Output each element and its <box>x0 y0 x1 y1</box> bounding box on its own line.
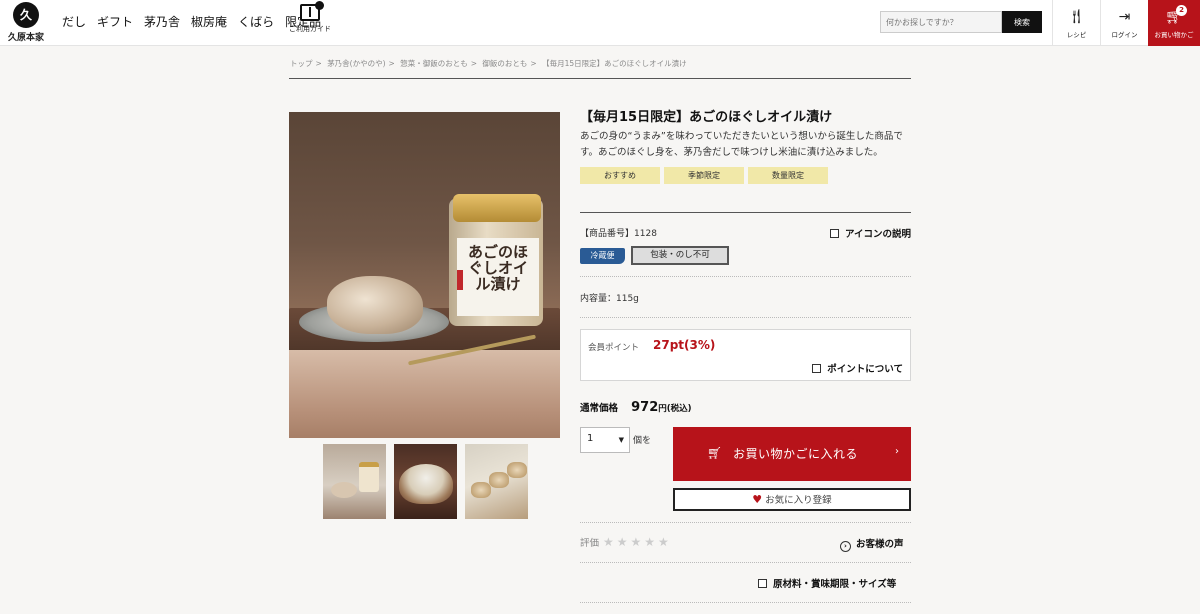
price-row: 通常価格 972円(税込) <box>580 396 692 415</box>
breadcrumb-item[interactable]: 茅乃舎(かやのや) <box>327 59 385 68</box>
quantity-value: 1 <box>587 433 594 444</box>
book-icon <box>300 1 324 21</box>
divider <box>580 276 911 277</box>
nav-item-dashi[interactable]: だし <box>62 13 86 30</box>
thumbnail-strip <box>323 444 528 519</box>
site-header: 久 久原本家 だし ギフト 茅乃舎 椒房庵 くばら 限定品 ご利用ガイド 検索 … <box>0 0 1200 46</box>
nav-item-kayanoya[interactable]: 茅乃舎 <box>144 13 180 30</box>
divider <box>580 317 911 318</box>
breadcrumb-item[interactable]: 御飯のおとも <box>482 59 527 68</box>
rating-label: 評価 <box>580 538 600 549</box>
cart-label: お買い物かご <box>1154 31 1194 39</box>
product-main-image: あごのほぐしオイル漬け <box>289 112 560 438</box>
spec-details-label: 原材料・賞味期限・サイズ等 <box>773 579 897 590</box>
divider <box>580 522 911 523</box>
icon-help-link[interactable]: アイコンの説明 <box>829 226 911 240</box>
breadcrumb-item[interactable]: 惣菜・御飯のおとも <box>400 59 468 68</box>
logo-text: 久原本家 <box>7 33 44 43</box>
divider <box>289 78 911 79</box>
square-icon <box>829 229 839 238</box>
thumbnail-image[interactable] <box>323 444 386 519</box>
product-code-label: 【商品番号】 <box>580 229 635 239</box>
chevron-down-icon: ▼ <box>618 436 624 444</box>
add-to-cart-label: お買い物かごに入れる <box>733 447 859 461</box>
favorite-label: お気に入り登録 <box>765 495 832 506</box>
guide-button[interactable]: ご利用ガイド <box>288 1 332 34</box>
recipe-label: レシピ <box>1066 31 1087 39</box>
points-label: 会員ポイント <box>588 343 640 353</box>
recipe-button[interactable]: 🍴︎ レシピ <box>1052 0 1100 46</box>
divider <box>580 212 911 213</box>
cart-button[interactable]: 🛒︎ 2 お買い物かご <box>1148 0 1200 46</box>
points-value: 27pt(3%) <box>653 338 716 352</box>
divider <box>580 562 911 563</box>
cart-count-badge: 2 <box>1176 5 1187 16</box>
nav-item-kubara[interactable]: くばら <box>238 13 274 30</box>
guide-label: ご利用ガイド <box>289 25 331 33</box>
favorite-button[interactable]: ♥ お気に入り登録 <box>673 488 911 511</box>
thumbnail-image[interactable] <box>394 444 457 519</box>
square-icon <box>812 364 822 373</box>
product-info: 【毎月15日限定】あごのほぐしオイル漬け あごの身の“うまみ”を味わっていただき… <box>580 106 911 184</box>
cold-delivery-badge: 冷蔵便 <box>580 247 625 264</box>
price-unit: 円(税込) <box>658 404 692 414</box>
points-about-link[interactable]: ポイントについて <box>812 361 903 375</box>
quantity-select[interactable]: 1 ▼ <box>580 427 630 453</box>
divider <box>580 602 911 603</box>
breadcrumb-current: 【毎月15日限定】あごのほぐしオイル漬け <box>542 59 687 68</box>
spec-details-link[interactable]: 原材料・賞味期限・サイズ等 <box>758 576 896 590</box>
customer-voices-link[interactable]: › お客様の声 <box>840 536 904 552</box>
cart-icon: 🛒︎ <box>707 446 723 460</box>
star-rating-icons: ★★★★★ <box>603 535 672 549</box>
breadcrumb: トップ > 茅乃舎(かやのや) > 惣菜・御飯のおとも > 御飯のおとも > 【毎月15… <box>290 59 687 68</box>
tag-badge: 数量限定 <box>748 167 828 184</box>
chevron-right-icon: › <box>895 446 899 457</box>
login-button[interactable]: ⇥ ログイン <box>1100 0 1148 46</box>
thumbnail-image[interactable] <box>465 444 528 519</box>
login-label: ログイン <box>1111 31 1138 39</box>
main-nav: だし ギフト 茅乃舎 椒房庵 くばら 限定品 <box>62 13 321 30</box>
jar-label: あごのほぐしオイル漬け <box>457 238 539 316</box>
fork-knife-icon: 🍴︎ <box>1067 9 1086 25</box>
search-box: 検索 <box>880 11 1042 33</box>
cart-icon: 🛒︎ <box>1165 9 1183 25</box>
logo-mark-icon: 久 <box>13 2 39 28</box>
search-button[interactable]: 検索 <box>1002 11 1042 33</box>
search-input[interactable] <box>880 11 1002 33</box>
nav-item-gift[interactable]: ギフト <box>97 13 133 30</box>
chevron-circle-right-icon: › <box>840 541 851 552</box>
product-title: 【毎月15日限定】あごのほぐしオイル漬け <box>580 110 833 125</box>
add-to-cart-button[interactable]: 🛒︎ お買い物かごに入れる › <box>673 427 911 481</box>
product-tags: おすすめ 季節限定 数量限定 <box>580 167 911 184</box>
icon-help-label: アイコンの説明 <box>844 229 911 240</box>
customer-voices-label: お客様の声 <box>856 539 904 550</box>
product-description: あごの身の“うまみ”を味わっていただきたいという想いから誕生した商品です。あごの… <box>580 131 903 158</box>
points-box: 会員ポイント 27pt(3%) ポイントについて <box>580 329 911 381</box>
quantity-unit: 個を <box>633 436 652 446</box>
tag-badge: おすすめ <box>580 167 660 184</box>
brand-logo[interactable]: 久 久原本家 <box>4 2 48 44</box>
points-about-label: ポイントについて <box>827 364 903 375</box>
tag-badge: 季節限定 <box>664 167 744 184</box>
price-label: 通常価格 <box>580 403 619 414</box>
nav-item-shobouan[interactable]: 椒房庵 <box>191 13 227 30</box>
breadcrumb-item[interactable]: トップ <box>290 59 313 68</box>
login-icon: ⇥ <box>1118 9 1131 25</box>
product-volume: 内容量：115g <box>580 294 639 304</box>
no-wrapping-badge: 包装・のし不可 <box>631 246 729 265</box>
product-code-row: 【商品番号】1128 アイコンの説明 <box>580 226 911 240</box>
shipping-badges: 冷蔵便 包装・のし不可 <box>580 246 729 265</box>
square-icon <box>758 579 767 588</box>
price-value: 972 <box>631 400 659 415</box>
product-code: 1128 <box>634 229 657 239</box>
rating-row: 評価 ★★★★★ <box>580 535 672 549</box>
heart-icon: ♥ <box>752 493 763 506</box>
